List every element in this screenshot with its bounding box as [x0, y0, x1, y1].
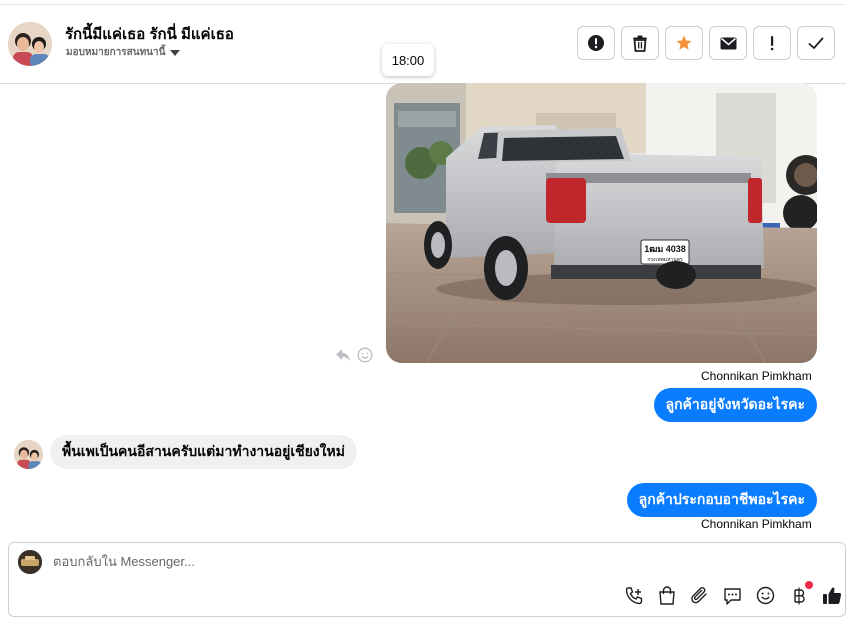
like-button[interactable] [821, 585, 842, 606]
assign-label: มอบหมายการสนทนานี้ [66, 47, 166, 58]
trash-icon [633, 35, 647, 52]
star-button[interactable] [665, 26, 703, 60]
mark-unread-button[interactable] [709, 26, 747, 60]
emoji-button[interactable] [755, 585, 776, 606]
attach-button[interactable] [689, 585, 710, 606]
notification-dot [805, 581, 813, 589]
phone-plus-icon [625, 586, 642, 604]
call-button[interactable] [623, 585, 644, 606]
follow-up-button[interactable] [753, 26, 791, 60]
delete-button[interactable] [621, 26, 659, 60]
license-plate-text: 1ฒม 4038 [644, 244, 686, 254]
saved-replies-button[interactable] [722, 585, 743, 606]
reply-input[interactable] [53, 554, 653, 569]
composer-tools [623, 581, 842, 606]
reply-composer [8, 542, 846, 617]
paperclip-icon [690, 586, 707, 603]
outgoing-message[interactable]: ลูกค้าประกอบอาชีพอะไรคะ [626, 483, 817, 517]
star-icon [676, 35, 692, 50]
mark-spam-button[interactable] [577, 26, 615, 60]
exclamation-icon [770, 36, 774, 51]
attached-photo[interactable]: 1ฒม 4038 กรุงเทพมหานคร [386, 83, 817, 363]
contact-name[interactable]: รักนี้มีแค่เธอ รักนี่ มีแค่เธอ [65, 22, 234, 46]
baht-icon [793, 587, 805, 604]
caret-down-icon [170, 49, 181, 56]
chat-bubble-icon [724, 587, 741, 605]
sender-name: Chonnikan Pimkham [701, 517, 812, 531]
message-actions [335, 347, 373, 363]
shop-button[interactable] [656, 585, 677, 606]
alert-circle-icon [588, 35, 604, 51]
timestamp-tooltip: 18:00 [382, 44, 434, 76]
payment-button[interactable] [788, 581, 813, 606]
shopping-bag-icon [658, 586, 675, 605]
mark-done-button[interactable] [797, 26, 835, 60]
thumbs-up-icon [822, 587, 841, 604]
page-avatar [18, 550, 42, 574]
check-icon [808, 37, 824, 49]
outgoing-message[interactable]: ลูกค้าอยู่จังหวัดอะไรคะ [653, 388, 817, 422]
emoji-icon [756, 586, 775, 605]
contact-avatar-small[interactable] [14, 440, 43, 469]
assign-conversation-dropdown[interactable]: มอบหมายการสนทนานี้ [66, 45, 181, 60]
header-actions [577, 26, 835, 60]
incoming-message[interactable]: พื้นเพเป็นคนอีสานครับแต่มาทำงานอยู่เชียง… [50, 435, 357, 469]
envelope-icon [720, 37, 736, 49]
reply-icon[interactable] [335, 348, 351, 362]
contact-avatar[interactable] [8, 22, 52, 66]
react-emoji-icon[interactable] [357, 347, 373, 363]
sender-name: Chonnikan Pimkham [701, 369, 812, 383]
